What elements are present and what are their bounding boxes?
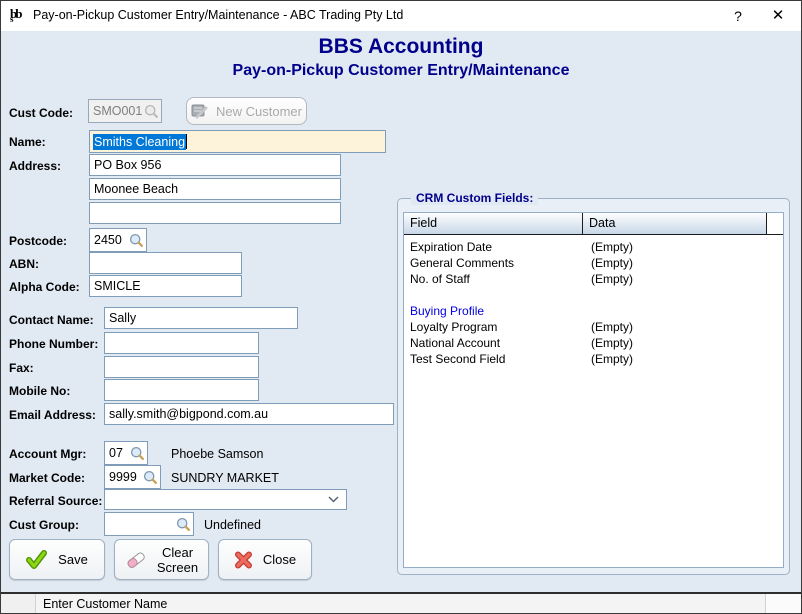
- status-bar: Enter Customer Name: [1, 592, 801, 614]
- contact-name-label: Contact Name:: [9, 313, 94, 327]
- referral-source-dropdown[interactable]: [104, 489, 347, 510]
- address-label: Address:: [9, 159, 61, 173]
- cust-code-label: Cust Code:: [9, 106, 73, 120]
- crm-custom-fields-title: CRM Custom Fields:: [411, 191, 538, 205]
- app-logo-icon: bb s: [9, 6, 29, 26]
- window-title: Pay-on-Pickup Customer Entry/Maintenance…: [33, 8, 403, 22]
- crm-table-rows: Expiration Date(Empty) General Comments(…: [404, 239, 783, 367]
- app-heading: BBS Accounting: [1, 35, 801, 59]
- table-row[interactable]: General Comments(Empty): [404, 255, 783, 271]
- account-mgr-label: Account Mgr:: [9, 447, 86, 461]
- table-row[interactable]: National Account(Empty): [404, 335, 783, 351]
- table-row-section-buying-profile[interactable]: Buying Profile: [404, 303, 783, 319]
- cust-group-label: Cust Group:: [9, 518, 79, 532]
- status-bar-right-segment: [765, 594, 801, 614]
- clear-screen-button[interactable]: Clear Screen: [114, 539, 209, 580]
- eraser-icon: [125, 550, 147, 570]
- email-address-label: Email Address:: [9, 408, 96, 422]
- name-label: Name:: [9, 135, 46, 149]
- table-row-spacer: [404, 287, 783, 303]
- postcode-field[interactable]: 2450: [89, 228, 147, 252]
- page-heading: Pay-on-Pickup Customer Entry/Maintenance: [1, 62, 801, 80]
- app-window: bb s Pay-on-Pickup Customer Entry/Mainte…: [0, 0, 802, 614]
- cust-code-field[interactable]: SMO001: [88, 99, 162, 123]
- cust-group-field[interactable]: [104, 512, 194, 536]
- market-code-label: Market Code:: [9, 471, 85, 485]
- contact-name-input[interactable]: [104, 307, 298, 329]
- account-mgr-display-name: Phoebe Samson: [171, 447, 263, 461]
- phone-number-input[interactable]: [104, 332, 259, 354]
- table-row[interactable]: Loyalty Program(Empty): [404, 319, 783, 335]
- email-address-input[interactable]: [104, 403, 394, 425]
- cust-code-lookup-magnifier-icon[interactable]: [144, 104, 159, 119]
- address-line1-input[interactable]: [89, 154, 341, 176]
- alpha-code-label: Alpha Code:: [9, 280, 80, 294]
- fax-input[interactable]: [104, 356, 259, 378]
- table-row[interactable]: Expiration Date(Empty): [404, 239, 783, 255]
- new-customer-icon: [191, 103, 208, 119]
- mobile-no-label: Mobile No:: [9, 384, 70, 398]
- crm-header-gutter: [767, 213, 783, 234]
- account-mgr-field[interactable]: 07: [104, 441, 148, 465]
- market-code-display-name: SUNDRY MARKET: [171, 471, 279, 485]
- phone-number-label: Phone Number:: [9, 337, 98, 351]
- crm-column-header-data: Data: [583, 213, 767, 234]
- text-caret: [186, 134, 187, 149]
- address-line2-input[interactable]: [89, 178, 341, 200]
- crm-column-header-field: Field: [404, 213, 583, 234]
- cust-group-lookup-magnifier-icon[interactable]: [176, 517, 191, 532]
- alpha-code-input[interactable]: [89, 275, 242, 297]
- chevron-down-icon: [328, 496, 339, 503]
- save-check-icon: [26, 550, 48, 570]
- close-button[interactable]: Close: [218, 539, 312, 580]
- abn-input[interactable]: [89, 252, 242, 274]
- name-input[interactable]: Smiths Cleaning: [89, 130, 386, 153]
- postcode-value: 2450: [94, 233, 122, 247]
- postcode-lookup-magnifier-icon[interactable]: [129, 233, 144, 248]
- account-mgr-lookup-magnifier-icon[interactable]: [130, 446, 145, 461]
- market-code-field[interactable]: 9999: [104, 465, 161, 489]
- referral-source-label: Referral Source:: [9, 494, 102, 508]
- window-close-button[interactable]: ✕: [759, 1, 797, 31]
- new-customer-button[interactable]: New Customer: [186, 97, 307, 125]
- cust-group-display-name: Undefined: [204, 518, 261, 532]
- table-row[interactable]: No. of Staff(Empty): [404, 271, 783, 287]
- crm-custom-fields-table: Field Data Expiration Date(Empty) Genera…: [403, 212, 784, 568]
- status-message: Enter Customer Name: [36, 594, 765, 614]
- account-mgr-value: 07: [109, 446, 123, 460]
- close-x-icon: [234, 551, 253, 569]
- name-selected-text: Smiths Cleaning: [93, 134, 186, 150]
- save-button[interactable]: Save: [9, 539, 105, 580]
- cust-code-value: SMO001: [93, 104, 142, 118]
- market-code-lookup-magnifier-icon[interactable]: [143, 470, 158, 485]
- table-row[interactable]: Test Second Field(Empty): [404, 351, 783, 367]
- help-button[interactable]: ?: [719, 1, 757, 31]
- titlebar: bb s Pay-on-Pickup Customer Entry/Mainte…: [1, 1, 801, 31]
- status-bar-left-segment: [1, 594, 36, 614]
- address-line3-input[interactable]: [89, 202, 341, 224]
- mobile-no-input[interactable]: [104, 379, 259, 401]
- market-code-value: 9999: [109, 470, 137, 484]
- fax-label: Fax:: [9, 361, 34, 375]
- crm-table-header: Field Data: [404, 213, 783, 235]
- postcode-label: Postcode:: [9, 234, 67, 248]
- abn-label: ABN:: [9, 257, 39, 271]
- new-customer-label: New Customer: [216, 104, 302, 119]
